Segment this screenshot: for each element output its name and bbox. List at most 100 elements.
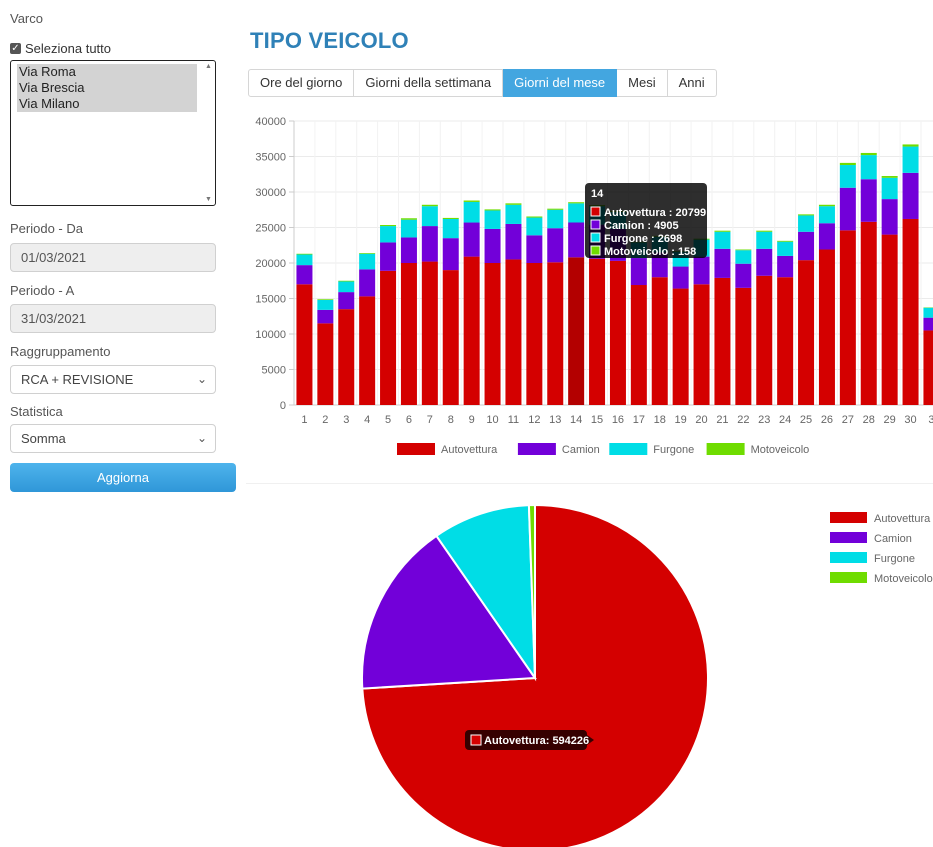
x-tick-label: 28 <box>863 414 875 426</box>
bar-segment <box>484 210 501 229</box>
legend-swatch <box>830 512 867 523</box>
select-all-checkbox[interactable]: ✓ Seleziona tutto <box>10 41 111 56</box>
x-tick-label: 30 <box>904 414 916 426</box>
bar-segment <box>359 296 376 405</box>
bar-segment <box>484 209 501 211</box>
bar-segment <box>463 201 480 223</box>
x-tick-label: 25 <box>800 414 812 426</box>
bar-segment <box>923 317 933 331</box>
bar-segment <box>442 238 459 271</box>
bar-segment <box>484 228 501 263</box>
bar-segment <box>902 146 919 173</box>
x-tick-label: 20 <box>695 414 707 426</box>
tab-months[interactable]: Mesi <box>617 69 668 97</box>
bar-segment <box>421 204 438 207</box>
legend-swatch <box>609 443 648 455</box>
bar-segment <box>609 260 626 405</box>
pie-tooltip: Autovettura: 594226 <box>465 730 594 750</box>
bar-segment <box>902 144 919 147</box>
tab-days-of-month[interactable]: Giorni del mese <box>503 69 618 97</box>
bar-segment <box>630 285 647 405</box>
x-tick-label: 5 <box>385 414 391 426</box>
x-tick-label: 6 <box>406 414 412 426</box>
x-tick-label: 3 <box>343 414 349 426</box>
bar-segment <box>902 218 919 405</box>
scroll-up-icon[interactable]: ▲ <box>205 63 212 70</box>
bar-segment <box>317 299 334 310</box>
bar-segment <box>442 217 459 219</box>
x-tick-label: 18 <box>654 414 666 426</box>
bar-segment <box>296 284 313 405</box>
bar-segment <box>756 275 773 405</box>
bar-segment <box>568 257 585 405</box>
bar-segment <box>505 223 522 260</box>
bar-segment <box>860 152 877 156</box>
x-tick-label: 24 <box>779 414 791 426</box>
tooltip-swatch <box>590 206 601 217</box>
bar-segment <box>505 204 522 224</box>
bar-segment <box>568 203 585 223</box>
tooltip-line: Autovettura: 594226 <box>484 735 589 747</box>
period-tabs: Ore del giorno Giorni della settimana Gi… <box>248 69 717 97</box>
tooltip-line: Autovettura : 20799 <box>604 207 706 219</box>
list-item[interactable]: Via Brescia <box>17 80 197 96</box>
bar-segment <box>359 269 376 297</box>
legend-label: Motoveicolo <box>751 444 810 456</box>
bar-segment <box>798 260 815 405</box>
bar-segment <box>839 230 856 405</box>
bar-segment <box>672 288 689 405</box>
bar-segment <box>735 249 752 251</box>
bar-segment <box>568 202 585 204</box>
bar-segment <box>317 299 334 300</box>
bar-segment <box>526 235 543 263</box>
bar-segment <box>735 250 752 264</box>
bar-segment <box>547 208 564 210</box>
bar-segment <box>442 270 459 405</box>
y-tick-label: 20000 <box>255 258 286 270</box>
y-tick-label: 10000 <box>255 329 286 341</box>
bar-segment <box>380 270 397 405</box>
x-tick-label: 13 <box>549 414 561 426</box>
y-tick-label: 35000 <box>255 152 286 164</box>
tooltip-line: Camion : 4905 <box>604 220 679 232</box>
bar-segment <box>756 248 773 276</box>
bar-segment <box>693 256 710 285</box>
bar-segment <box>860 179 877 222</box>
bar-segment <box>400 263 417 405</box>
bar-segment <box>818 204 835 207</box>
checkbox-checked-icon[interactable]: ✓ <box>10 43 21 54</box>
bar-segment <box>526 263 543 405</box>
bar-segment <box>463 256 480 405</box>
bar-segment <box>923 330 933 405</box>
bar-segment <box>380 226 397 243</box>
bar-segment <box>442 218 459 239</box>
bar-segment <box>798 231 815 261</box>
select-all-label: Seleziona tutto <box>25 41 112 56</box>
bar-segment <box>798 215 815 232</box>
bar-segment <box>505 259 522 405</box>
bar-segment <box>881 234 898 405</box>
x-tick-label: 2 <box>322 414 328 426</box>
legend-swatch <box>517 443 556 455</box>
list-item[interactable]: Via Roma <box>17 64 197 80</box>
tab-days-of-week[interactable]: Giorni della settimana <box>354 69 504 97</box>
tab-years[interactable]: Anni <box>667 69 717 97</box>
pie-chart: Autovettura Camion Furgone Motoveicolo Autov… <box>361 503 933 847</box>
x-tick-label: 21 <box>716 414 728 426</box>
bar-segment <box>338 280 355 282</box>
bar-segment <box>296 253 313 255</box>
bar-segment <box>296 254 313 266</box>
stacked-bar-chart: 0 5000 10000 15000 20000 25000 30000 35000 40000… <box>255 116 933 456</box>
legend-label: Furgone <box>874 553 915 565</box>
tab-hours-of-day[interactable]: Ore del giorno <box>248 69 355 97</box>
bar-segment <box>421 226 438 262</box>
bar-segment <box>693 284 710 405</box>
x-tick-label: 27 <box>842 414 854 426</box>
bar-segment <box>421 261 438 405</box>
bar-segment <box>338 292 355 310</box>
bar-segment <box>463 222 480 257</box>
y-tick-label: 40000 <box>255 116 286 128</box>
tooltip-swatch <box>590 219 601 230</box>
bar-segment <box>568 222 585 258</box>
bar-segment <box>547 262 564 405</box>
